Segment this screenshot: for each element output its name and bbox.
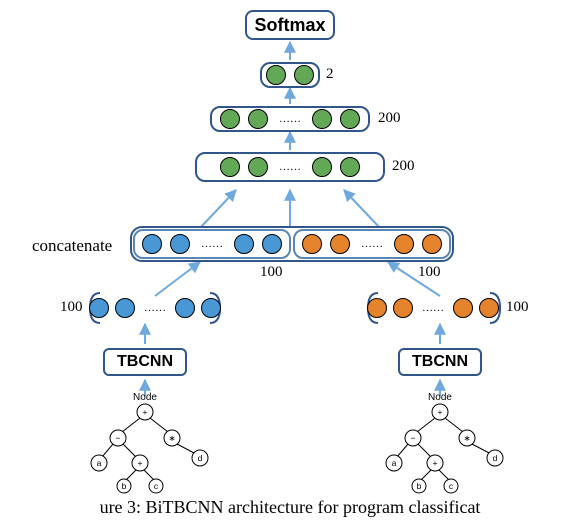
svg-text:a: a xyxy=(97,458,102,468)
svg-text:∗: ∗ xyxy=(463,433,470,443)
neuron xyxy=(394,234,414,254)
neuron xyxy=(312,109,332,129)
svg-text:Node: Node xyxy=(133,392,157,403)
neuron xyxy=(312,157,332,177)
svg-text:∗: ∗ xyxy=(168,433,175,443)
layer-fc1-size: 200 xyxy=(378,110,401,127)
tbcnn-right: TBCNN xyxy=(398,348,482,376)
neuron xyxy=(393,298,413,318)
encoder-right: …… xyxy=(378,296,488,320)
neuron xyxy=(266,65,286,85)
layer-output xyxy=(260,62,320,88)
svg-text:b: b xyxy=(417,481,422,491)
concat-right-size: 100 xyxy=(418,264,441,281)
figure-caption: ure 3: BiTBCNN architecture for program … xyxy=(0,497,580,518)
neuron xyxy=(115,298,135,318)
neuron xyxy=(248,157,268,177)
layer-fc2: …… xyxy=(195,152,385,182)
neuron xyxy=(220,109,240,129)
neuron xyxy=(262,234,282,254)
svg-text:d: d xyxy=(198,453,203,463)
svg-text:−: − xyxy=(116,433,121,443)
softmax-box: Softmax xyxy=(245,10,335,40)
neuron xyxy=(479,298,499,318)
layer-output-size: 2 xyxy=(326,66,334,83)
neuron xyxy=(201,298,221,318)
ellipsis: …… xyxy=(198,238,226,250)
neuron xyxy=(142,234,162,254)
neuron xyxy=(367,298,387,318)
neuron xyxy=(340,157,360,177)
neuron xyxy=(89,298,109,318)
neuron xyxy=(234,234,254,254)
svg-text:−: − xyxy=(411,433,416,443)
svg-text:d: d xyxy=(493,453,498,463)
svg-text:Node: Node xyxy=(428,392,452,403)
neuron xyxy=(248,109,268,129)
svg-text:b: b xyxy=(122,481,127,491)
neuron xyxy=(453,298,473,318)
svg-text:c: c xyxy=(154,481,159,491)
layer-fc1: …… xyxy=(210,106,370,132)
neuron xyxy=(302,234,322,254)
layer-concat-right: …… xyxy=(293,229,451,259)
ellipsis: …… xyxy=(276,113,304,125)
tbcnn-left: TBCNN xyxy=(103,348,187,376)
svg-text:+: + xyxy=(433,458,438,468)
svg-text:c: c xyxy=(449,481,454,491)
neuron xyxy=(330,234,350,254)
encoder-right-size: 100 xyxy=(506,299,529,316)
concat-label: concatenate xyxy=(32,236,112,256)
neuron xyxy=(220,157,240,177)
concat-left-size: 100 xyxy=(260,264,283,281)
svg-text:+: + xyxy=(138,458,143,468)
neuron xyxy=(422,234,442,254)
svg-text:a: a xyxy=(392,458,397,468)
neuron xyxy=(170,234,190,254)
ellipsis: …… xyxy=(276,161,304,173)
tree-left: + − ∗ a + d b c Node xyxy=(91,392,208,493)
neuron xyxy=(340,109,360,129)
svg-text:+: + xyxy=(143,407,148,417)
neuron xyxy=(294,65,314,85)
layer-fc2-size: 200 xyxy=(392,158,415,175)
ellipsis: …… xyxy=(419,302,447,314)
encoder-left-size: 100 xyxy=(60,299,83,316)
tree-right: + − ∗ a + d b c Node xyxy=(386,392,503,493)
encoder-left: …… xyxy=(100,296,210,320)
neuron xyxy=(175,298,195,318)
layer-concat-left: …… xyxy=(133,229,291,259)
svg-text:+: + xyxy=(438,407,443,417)
ellipsis: …… xyxy=(358,238,386,250)
ellipsis: …… xyxy=(141,302,169,314)
